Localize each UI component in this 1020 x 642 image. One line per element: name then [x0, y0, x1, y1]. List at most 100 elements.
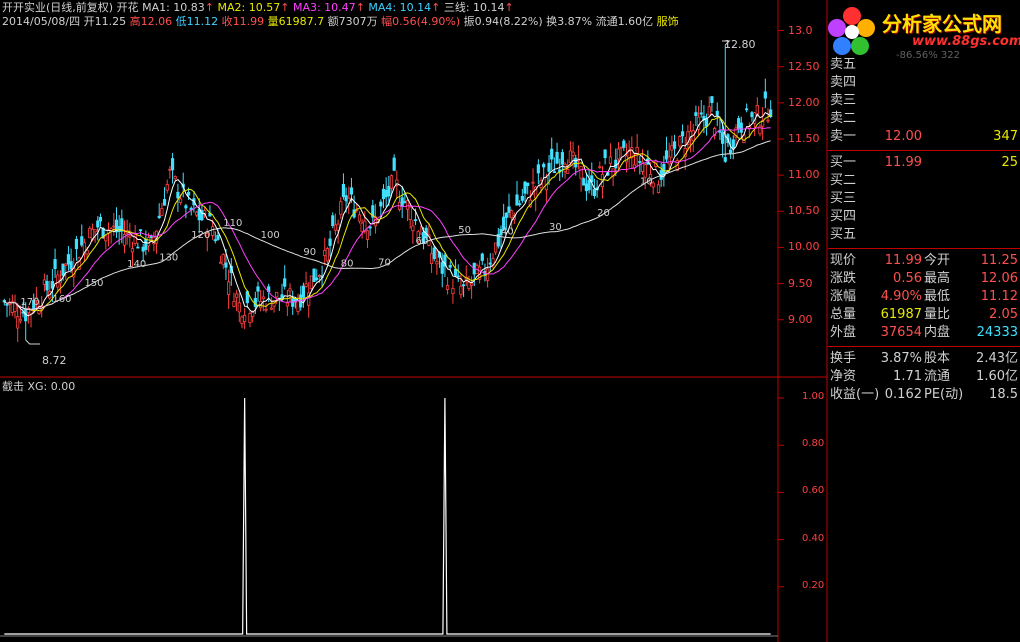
candle-body [571, 151, 575, 156]
candle-body [117, 226, 121, 233]
ma-count-label: 140 [127, 259, 146, 270]
candle-body [729, 149, 733, 154]
candle-body [136, 246, 140, 249]
candle-body [584, 183, 589, 192]
ma-count-label: 60 [416, 236, 429, 247]
low-price-label: 8.72 [42, 354, 67, 367]
candle-body [344, 195, 348, 202]
candle-body [510, 210, 514, 219]
ma-count-label: 30 [549, 222, 562, 233]
quote-label: 总量 [830, 307, 857, 322]
quote-value: 1.71 [893, 369, 922, 384]
candle-body [288, 288, 292, 292]
candle-body [88, 228, 92, 239]
candle-body [518, 203, 522, 206]
candle-body [138, 229, 143, 232]
candle-body [130, 248, 135, 253]
candle-body [435, 261, 439, 265]
candle-body [715, 110, 719, 116]
candle-body [721, 132, 725, 144]
quote-value-2: 2.43亿 [976, 351, 1018, 366]
candle-body [93, 229, 97, 233]
candle-body [750, 112, 754, 118]
quote-label-2: 最高 [924, 271, 951, 286]
buy-level-row: 买一 11.99 25 [828, 154, 1020, 172]
candle-body [643, 164, 647, 178]
quote-label-2: 最低 [924, 289, 951, 304]
candle-body [379, 201, 383, 207]
stat-row: 涨跌 最高 0.56 12.06 [828, 270, 1020, 288]
candle-body [96, 220, 100, 228]
indicator-axis: 1.00 0.80 0.60 0.40 0.20 [778, 378, 828, 642]
candle-body [341, 183, 346, 198]
quote-value: 12.00 [884, 129, 922, 144]
panel-separator [828, 248, 1020, 249]
candle-body [112, 225, 116, 228]
candle-body [104, 235, 108, 242]
buy-level-row: 买五 [828, 226, 1020, 244]
quote-value: 61987 [880, 307, 922, 322]
candle-body [542, 163, 546, 168]
candle-body [408, 206, 412, 220]
quote-label: 买五 [830, 227, 857, 242]
price-tick-label: 11.00 [788, 168, 820, 182]
quote-label: 外盘 [830, 325, 857, 340]
quote-label: 卖二 [830, 111, 857, 126]
candle-body [315, 277, 319, 281]
quote-label: 买二 [830, 173, 857, 188]
quote-value: 3.87% [880, 351, 922, 366]
buy-level-row: 买四 [828, 208, 1020, 226]
buy-level-row: 买三 [828, 190, 1020, 208]
candle-body [488, 262, 492, 265]
quote-label-2: 股本 [924, 351, 951, 366]
candle-body [216, 235, 220, 240]
ma-count-label: 130 [159, 253, 178, 264]
candle-body [523, 181, 527, 194]
candle-body [453, 268, 458, 276]
candle-body [694, 112, 698, 116]
candle-body [672, 141, 677, 149]
candle-body [128, 235, 132, 238]
ma-count-label: 100 [261, 230, 280, 241]
quote-value: 11.99 [884, 253, 922, 268]
candle-body [251, 311, 255, 317]
candle-body [459, 285, 463, 295]
candle-body [333, 224, 338, 231]
quote-value-2: 11.25 [980, 253, 1018, 268]
candle-body [235, 293, 239, 298]
candle-body [325, 248, 330, 262]
panel-separator [828, 346, 1020, 347]
candle-body [411, 225, 415, 232]
candle-body [656, 184, 661, 194]
xg-signal-line [4, 397, 771, 635]
candle-body [173, 176, 177, 180]
candle-body [467, 281, 471, 289]
candle-body [507, 206, 511, 213]
quote-label: 换手 [830, 351, 857, 366]
candle-body [211, 226, 215, 236]
candle-body [45, 281, 49, 291]
candle-body [515, 194, 519, 206]
candle-body [16, 316, 20, 329]
candle-body [224, 262, 228, 268]
candle-body [547, 162, 551, 172]
sell-level-row: 卖三 [828, 92, 1020, 110]
candle-body [603, 149, 607, 159]
quote-value-2: 12.06 [980, 271, 1018, 286]
quote-label-2: 量比 [924, 307, 951, 322]
sell-level-row: 卖五 [828, 56, 1020, 74]
quote-value: 0.162 [884, 387, 922, 402]
candle-body [550, 148, 554, 160]
candle-body [616, 148, 621, 160]
candle-body [619, 146, 623, 149]
candle-body [74, 238, 79, 250]
sell-level-row: 卖四 [828, 74, 1020, 92]
sell-level-row: 卖一 12.00 347 [828, 128, 1020, 146]
quote-value-2: 18.5 [989, 387, 1018, 402]
candle-body [170, 158, 175, 171]
candle-body [670, 145, 674, 151]
logo-text: 分析家公式网 [882, 12, 1002, 36]
kline-chart[interactable]: 170 160 150 140 130 120 110 100 90 80 70 60 50 40 30 20… [0, 0, 828, 642]
candle-body [699, 112, 703, 115]
ma-count-label: 10 [640, 177, 653, 188]
